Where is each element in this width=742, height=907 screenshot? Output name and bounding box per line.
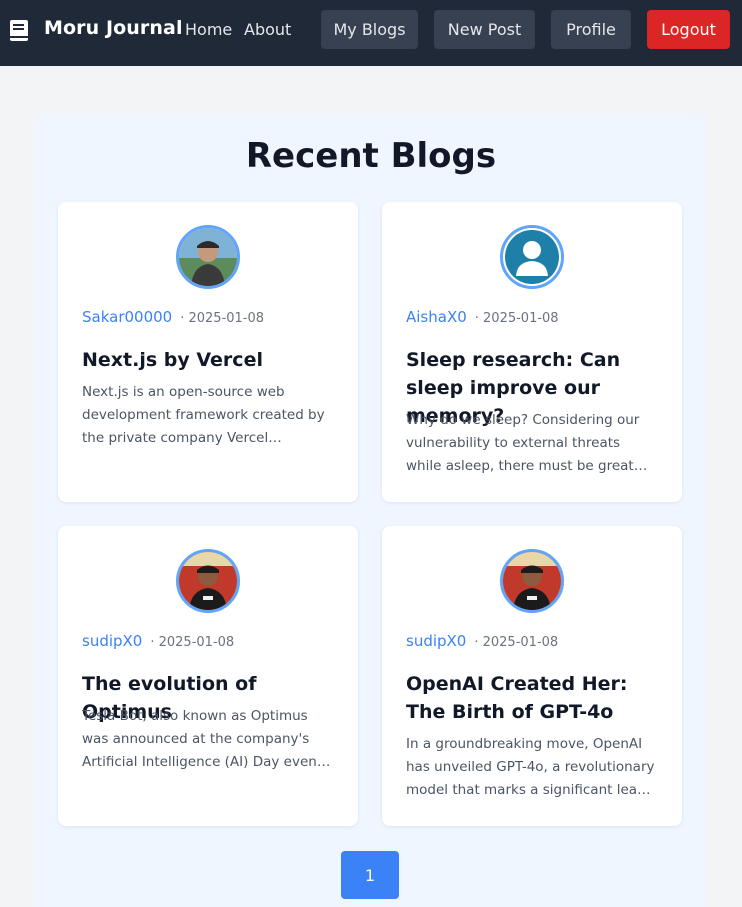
- post-title[interactable]: OpenAI Created Her: The Birth of GPT-4o: [406, 670, 658, 726]
- blog-card[interactable]: Sakar00000 · 2025-01-08 Next.js by Verce…: [58, 202, 358, 502]
- author-link[interactable]: sudipX0: [406, 632, 466, 650]
- post-date: · 2025-01-08: [150, 635, 235, 650]
- author-link[interactable]: AishaX0: [406, 308, 467, 326]
- blog-card[interactable]: AishaX0 · 2025-01-08 Sleep research: Can…: [382, 202, 682, 502]
- user-photo-icon: [179, 228, 237, 286]
- avatar[interactable]: [500, 225, 564, 289]
- user-silhouette-icon: [503, 228, 561, 286]
- page-title: Recent Blogs: [245, 136, 497, 176]
- user-photo-icon: [503, 552, 561, 610]
- post-meta: sudipX0 · 2025-01-08: [406, 632, 558, 650]
- new-post-button[interactable]: New Post: [434, 10, 535, 49]
- author-link[interactable]: sudipX0: [82, 632, 142, 650]
- brand-title[interactable]: Moru Journal: [44, 17, 183, 39]
- logout-button[interactable]: Logout: [647, 10, 730, 49]
- navbar: Moru Journal Home About My Blogs New Pos…: [0, 0, 742, 66]
- pagination-page-1[interactable]: 1: [341, 851, 399, 899]
- nav-link-about[interactable]: About: [244, 20, 291, 39]
- post-excerpt: In a groundbreaking move, OpenAI has unv…: [406, 736, 655, 798]
- blog-card[interactable]: sudipX0 · 2025-01-08 OpenAI Created Her:…: [382, 526, 682, 826]
- nav-link-home[interactable]: Home: [185, 20, 232, 39]
- post-meta: Sakar00000 · 2025-01-08: [82, 308, 264, 326]
- post-excerpt: Why do we sleep? Considering our vulnera…: [406, 412, 640, 474]
- post-title[interactable]: Next.js by Vercel: [82, 346, 334, 374]
- profile-button[interactable]: Profile: [551, 10, 631, 49]
- post-date: · 2025-01-08: [474, 635, 559, 650]
- book-icon[interactable]: [10, 20, 28, 41]
- post-date: · 2025-01-08: [474, 311, 559, 326]
- avatar[interactable]: [176, 225, 240, 289]
- blog-card[interactable]: sudipX0 · 2025-01-08 The evolution of Op…: [58, 526, 358, 826]
- avatar[interactable]: [176, 549, 240, 613]
- post-date: · 2025-01-08: [180, 311, 265, 326]
- post-excerpt: Tesla Bot, also known as Optimus was ann…: [82, 708, 323, 770]
- user-photo-icon: [179, 552, 237, 610]
- author-link[interactable]: Sakar00000: [82, 308, 172, 326]
- my-blogs-button[interactable]: My Blogs: [321, 10, 418, 49]
- post-excerpt: Next.js is an open-source web developmen…: [82, 384, 325, 446]
- avatar[interactable]: [500, 549, 564, 613]
- post-meta: AishaX0 · 2025-01-08: [406, 308, 559, 326]
- post-meta: sudipX0 · 2025-01-08: [82, 632, 234, 650]
